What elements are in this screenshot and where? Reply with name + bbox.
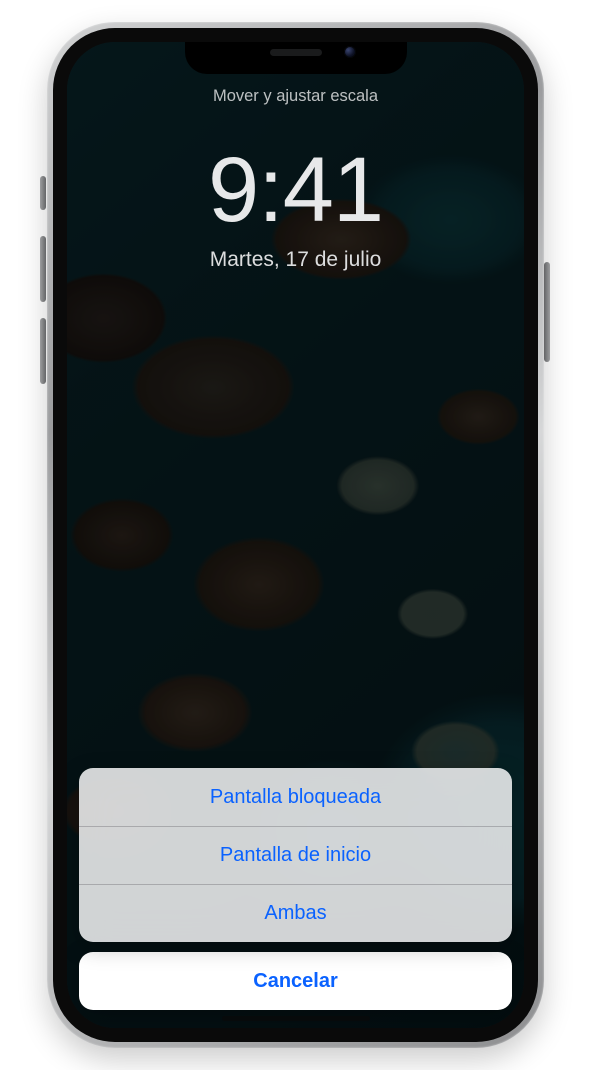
phone-bezel: Mover y ajustar escala 9:41 Martes, 17 d… [53,28,538,1042]
set-home-screen-option[interactable]: Pantalla de inicio [79,826,512,884]
set-both-option[interactable]: Ambas [79,884,512,942]
notch [185,42,407,74]
set-lock-screen-option[interactable]: Pantalla bloqueada [79,768,512,826]
lock-clock: 9:41 [67,138,524,243]
earpiece-speaker-icon [270,49,322,56]
cancel-button[interactable]: Cancelar [79,952,512,1010]
side-button [544,262,550,362]
screen: Mover y ajustar escala 9:41 Martes, 17 d… [67,42,524,1028]
front-camera-icon [344,46,356,58]
volume-down-btn [40,318,46,384]
mute-switch [40,176,46,210]
action-sheet-options: Pantalla bloqueada Pantalla de inicio Am… [79,768,512,942]
action-sheet: Pantalla bloqueada Pantalla de inicio Am… [79,768,512,1010]
volume-up-btn [40,236,46,302]
phone-frame: Mover y ajustar escala 9:41 Martes, 17 d… [47,22,544,1048]
move-and-scale-title: Mover y ajustar escala [67,87,524,106]
lock-date: Martes, 17 de julio [67,248,524,272]
home-indicator[interactable] [222,1016,370,1021]
